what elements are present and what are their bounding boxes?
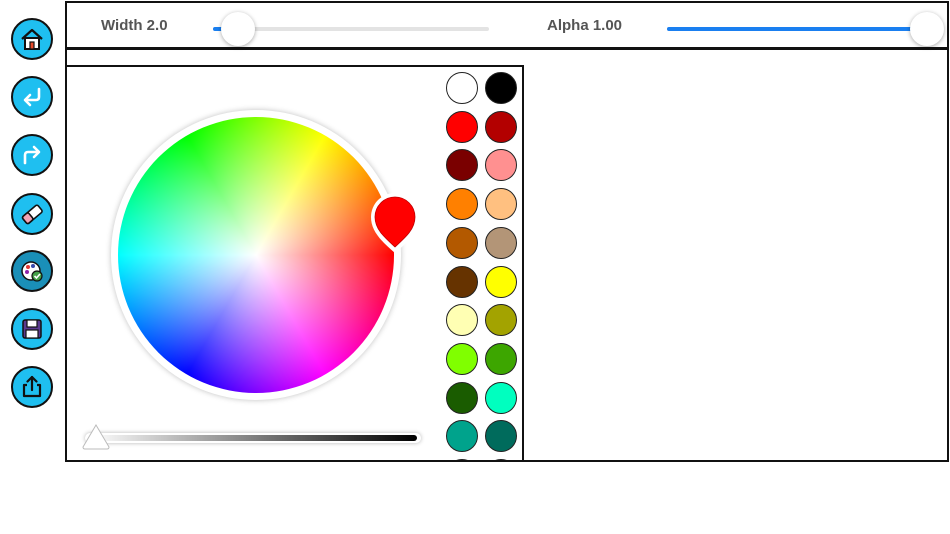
share-icon — [22, 375, 42, 398]
eraser-button[interactable] — [11, 193, 53, 235]
color-swatch[interactable] — [485, 304, 517, 337]
alpha-slider-thumb[interactable] — [910, 12, 944, 46]
undo-arrow-icon — [23, 87, 41, 107]
color-swatch[interactable] — [446, 381, 478, 414]
color-swatch[interactable] — [485, 226, 517, 259]
color-palette-button[interactable] — [11, 250, 53, 292]
color-picker-panel — [65, 65, 524, 462]
color-swatch[interactable] — [485, 72, 517, 104]
redo-button[interactable] — [11, 134, 53, 176]
share-button[interactable] — [11, 366, 53, 408]
floppy-disk-icon — [22, 319, 42, 339]
brightness-gradient — [89, 435, 417, 441]
home-icon — [21, 28, 43, 50]
color-swatch[interactable] — [446, 265, 478, 298]
alpha-slider-fill — [667, 27, 927, 31]
brightness-slider-thumb[interactable] — [81, 423, 111, 451]
selected-color-marker[interactable] — [367, 189, 423, 255]
alpha-label: Alpha 1.00 — [547, 17, 623, 34]
color-swatch[interactable] — [485, 265, 517, 298]
color-swatch[interactable] — [446, 110, 478, 143]
color-swatch[interactable] — [485, 381, 517, 414]
color-swatch[interactable] — [446, 420, 478, 453]
color-swatch[interactable] — [485, 342, 517, 375]
color-swatch[interactable] — [485, 149, 517, 182]
save-button[interactable] — [11, 308, 53, 350]
color-swatch[interactable] — [446, 149, 478, 182]
color-swatch[interactable] — [485, 110, 517, 143]
color-swatch[interactable] — [446, 304, 478, 337]
width-slider-thumb[interactable] — [220, 12, 255, 46]
brightness-track — [85, 433, 421, 443]
eraser-icon — [21, 204, 43, 225]
color-wheel[interactable] — [118, 117, 394, 393]
color-swatch[interactable] — [446, 72, 478, 104]
width-label: Width 2.0 — [101, 17, 168, 34]
color-swatch[interactable] — [485, 188, 517, 221]
color-swatch[interactable] — [485, 420, 517, 453]
color-swatch[interactable] — [485, 459, 517, 460]
color-swatch-grid — [443, 67, 522, 460]
color-swatch[interactable] — [446, 188, 478, 221]
left-toolbar — [0, 0, 64, 534]
home-button[interactable] — [11, 18, 53, 60]
brightness-slider[interactable] — [81, 424, 421, 450]
color-swatch[interactable] — [446, 342, 478, 375]
color-swatch[interactable] — [446, 459, 478, 460]
alpha-slider[interactable] — [667, 27, 927, 31]
palette-icon — [21, 261, 43, 282]
redo-arrow-icon — [23, 145, 41, 165]
color-swatch[interactable] — [446, 226, 478, 259]
color-wheel-frame — [111, 110, 401, 400]
undo-button[interactable] — [11, 76, 53, 118]
brush-settings-panel: Width 2.0 Alpha 1.00 — [65, 1, 949, 49]
